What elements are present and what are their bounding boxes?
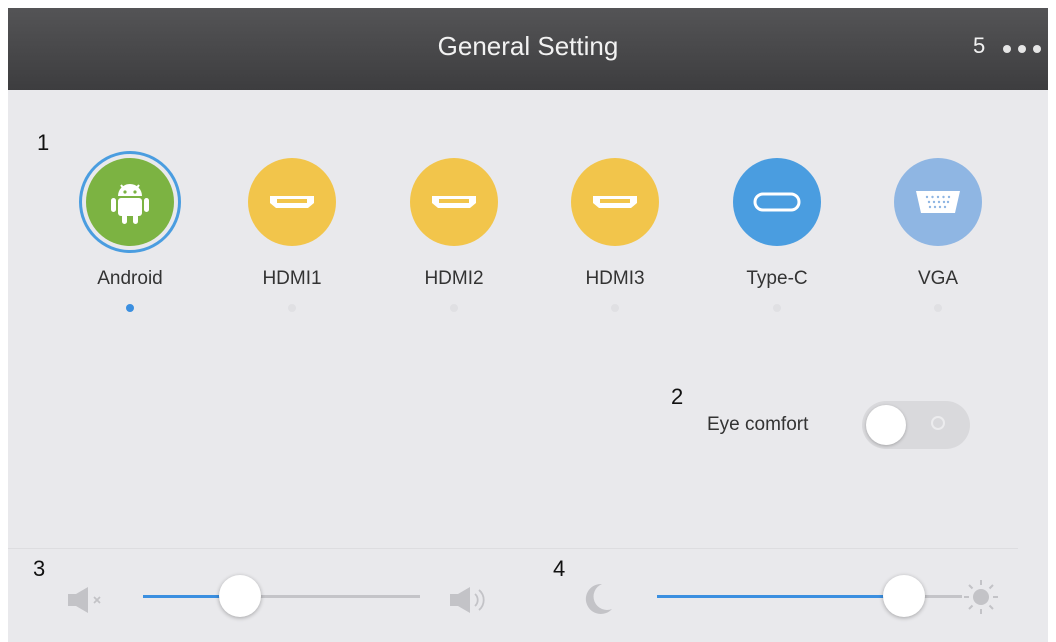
indicator-dot xyxy=(450,304,458,312)
brightness-slider[interactable] xyxy=(657,575,962,617)
indicator-dot xyxy=(611,304,619,312)
general-setting-panel: General Setting 5 1 Android HDMI1 HDMI2 … xyxy=(8,8,1048,642)
page-title: General Setting xyxy=(437,31,619,61)
source-label: VGA xyxy=(917,268,959,289)
type-c-source-circle[interactable] xyxy=(733,158,821,246)
divider xyxy=(8,548,1018,549)
callout-4: 4 xyxy=(553,556,566,581)
selected-indicator-dot xyxy=(126,304,134,312)
volume-mute-icon[interactable] xyxy=(66,586,108,614)
hdmi2-source-circle[interactable] xyxy=(410,158,498,246)
hdmi-icon xyxy=(432,196,476,208)
hdmi-icon xyxy=(593,196,637,208)
source-android[interactable]: Android xyxy=(70,158,190,312)
sun-icon[interactable] xyxy=(962,578,1000,616)
header-bar: General Setting xyxy=(8,8,1048,90)
source-label: Android xyxy=(97,268,163,289)
more-dots-icon[interactable] xyxy=(1002,44,1042,54)
source-vga[interactable]: VGA xyxy=(878,158,998,312)
source-label: HDMI2 xyxy=(424,268,484,289)
vga-icon xyxy=(916,191,960,213)
eye-comfort-label: Eye comfort xyxy=(707,414,809,435)
callout-5: 5 xyxy=(973,33,986,58)
source-hdmi2[interactable]: HDMI2 xyxy=(394,158,514,312)
source-label: Type-C xyxy=(746,268,808,289)
callout-1: 1 xyxy=(37,130,50,155)
indicator-dot xyxy=(773,304,781,312)
hdmi1-source-circle[interactable] xyxy=(248,158,336,246)
source-hdmi1[interactable]: HDMI1 xyxy=(232,158,352,312)
volume-slider-knob[interactable] xyxy=(219,575,261,617)
usb-c-icon xyxy=(753,192,801,212)
source-label: HDMI3 xyxy=(585,268,645,289)
eye-comfort-toggle[interactable] xyxy=(862,401,970,449)
android-source-circle[interactable] xyxy=(86,158,174,246)
callout-2: 2 xyxy=(671,384,684,409)
hdmi3-source-circle[interactable] xyxy=(571,158,659,246)
toggle-knob[interactable] xyxy=(866,405,906,445)
brightness-slider-fill xyxy=(657,595,904,598)
brightness-slider-knob[interactable] xyxy=(883,575,925,617)
source-hdmi3[interactable]: HDMI3 xyxy=(555,158,675,312)
vga-source-circle[interactable] xyxy=(894,158,982,246)
indicator-dot xyxy=(288,304,296,312)
volume-slider[interactable] xyxy=(143,575,420,617)
moon-icon[interactable] xyxy=(582,582,614,616)
android-icon xyxy=(111,184,149,224)
indicator-dot xyxy=(934,304,942,312)
source-label: HDMI1 xyxy=(262,268,322,289)
callout-3: 3 xyxy=(33,556,46,581)
hdmi-icon xyxy=(270,196,314,208)
volume-high-icon[interactable] xyxy=(448,585,490,615)
toggle-off-indicator-icon xyxy=(931,416,945,430)
source-type-c[interactable]: Type-C xyxy=(717,158,837,312)
